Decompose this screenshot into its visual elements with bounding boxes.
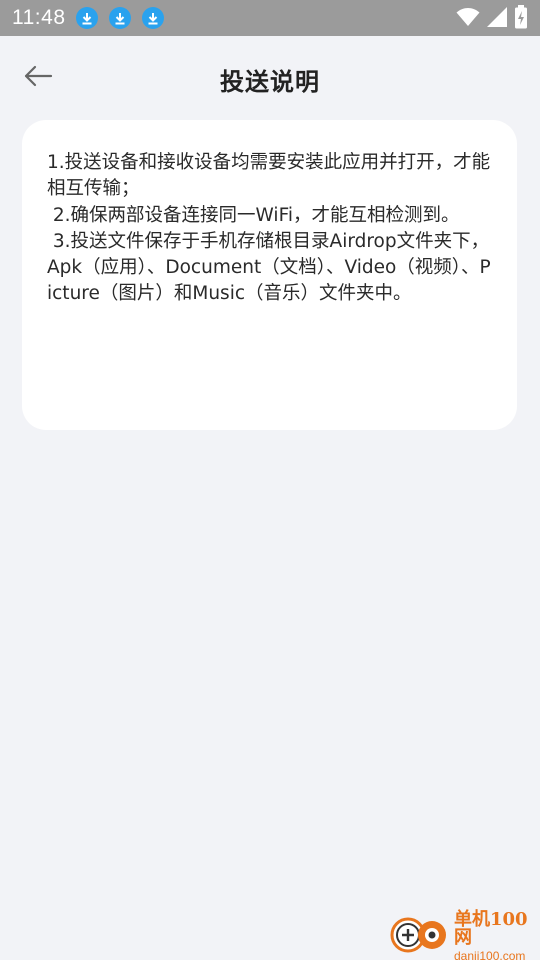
status-indicators (456, 5, 528, 33)
signal-icon (486, 6, 508, 32)
instruction-item-3: 3.投送文件保存于手机存储根目录Airdrop文件夹下，Apk（应用）、Docu… (47, 230, 491, 305)
instructions-card: 1.投送设备和接收设备均需要安装此应用并打开，才能相互传输； 2.确保两部设备连… (22, 120, 517, 430)
status-time: 11:48 (12, 6, 66, 29)
instruction-item-1: 1.投送设备和接收设备均需要安装此应用并打开，才能相互传输； (47, 152, 491, 200)
wifi-icon (456, 7, 480, 31)
watermark-logo: 单机100网 danji100.com (388, 908, 538, 960)
download-icon (108, 7, 131, 29)
status-bar: 11:48 (0, 0, 540, 36)
watermark-text: 单机100网 danji100.com (454, 908, 538, 960)
instruction-item-2: 2.确保两部设备连接同一WiFi，才能互相检测到。 (47, 204, 460, 226)
page-title: 投送说明 (220, 67, 320, 96)
logo-icon (388, 914, 450, 958)
download-icon (75, 7, 98, 29)
back-button[interactable] (20, 63, 56, 93)
arrow-left-icon (23, 65, 53, 91)
battery-icon (514, 5, 528, 33)
watermark-url: danji100.com (454, 948, 526, 960)
watermark-name: 单机100网 (454, 908, 528, 948)
app-bar: 投送说明 (0, 36, 540, 122)
download-icon (141, 7, 164, 29)
